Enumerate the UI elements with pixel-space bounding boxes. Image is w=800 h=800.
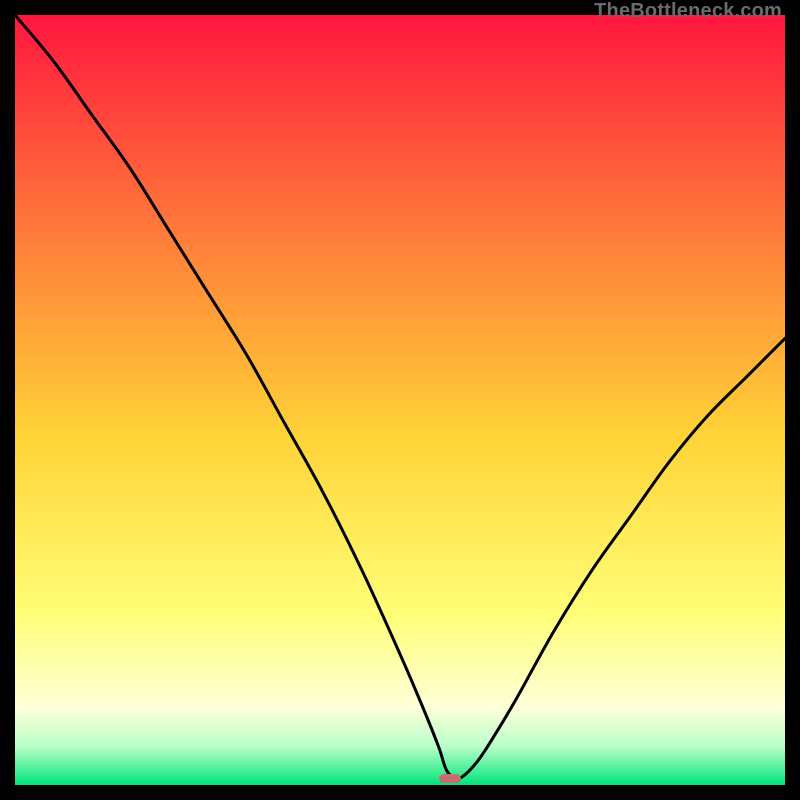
plot-area <box>15 15 785 785</box>
bottleneck-curve <box>15 15 785 785</box>
chart-frame: TheBottleneck.com <box>0 0 800 800</box>
watermark-text: TheBottleneck.com <box>594 0 782 23</box>
optimal-marker <box>439 774 461 783</box>
